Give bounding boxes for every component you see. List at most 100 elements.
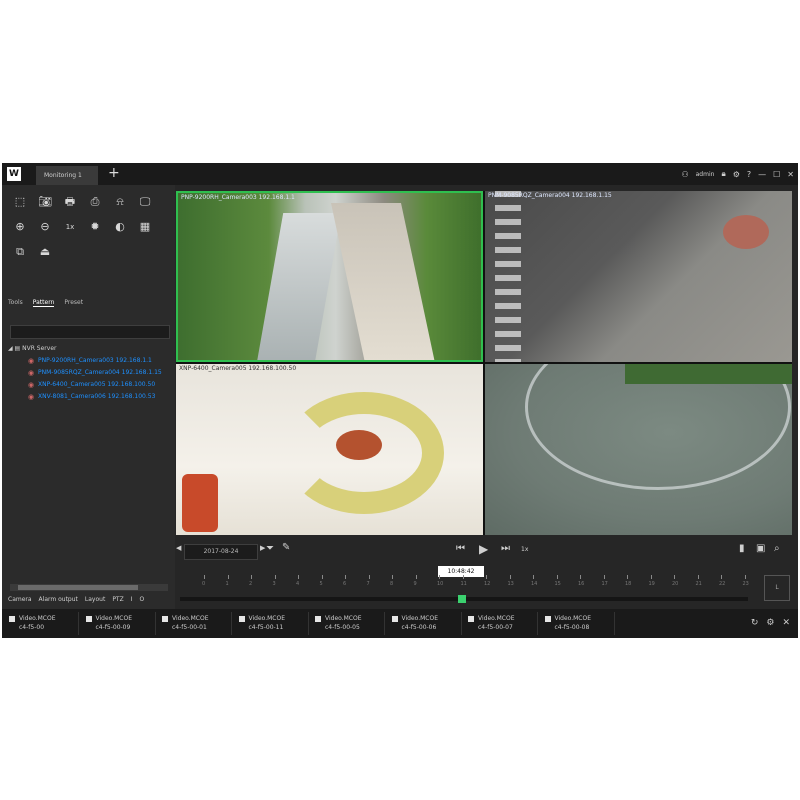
step-forward-icon[interactable]: ⏭ [501,543,510,554]
horizontal-scrollbar[interactable] [10,584,168,591]
search-input[interactable] [10,325,170,339]
step-back-icon[interactable]: ⏮ [456,543,465,554]
play-icon[interactable]: ▶ [479,542,488,556]
settings-icon[interactable]: ✹ [85,218,105,236]
event-checkbox[interactable] [468,616,474,622]
zoom-in-icon[interactable]: ⊕ [10,218,30,236]
timeline-tick-label: 12 [484,581,491,587]
timeline-tick [227,575,229,579]
alarm-output-icon[interactable]: ⏏ [35,243,55,261]
speed-label[interactable]: 1x [521,546,528,553]
event-item[interactable]: Video.MCOE c4-f5-00-08 [542,612,615,635]
bookmark-icon[interactable]: ▮ [739,543,745,554]
scrollbar-thumb[interactable] [18,585,138,590]
date-prev-icon[interactable]: ◀ [176,544,181,552]
tab-monitoring[interactable]: Monitoring 1 [36,166,98,185]
event-checkbox[interactable] [391,616,398,622]
tab-alarm-output[interactable]: Alarm output [39,596,78,603]
event-detail: c4-f5-00-08 [554,624,590,631]
tree-camera[interactable]: ◉ XNP-6400_Camera005 192.168.100.50 [8,379,173,391]
monitor-icon[interactable]: 🖵 [135,193,155,211]
timeline-tick-label: 21 [695,581,702,587]
event-checkbox[interactable] [544,616,551,622]
tree-camera[interactable]: ◉ PNM-9085RQZ_Camera004 192.168.1.15 [8,367,173,379]
event-detail: c4-f5-00 [19,624,45,631]
timeline-tick-label: 6 [343,581,347,587]
date-next-icon[interactable]: ▶ [260,544,265,552]
refresh-icon[interactable]: ↻ [751,618,759,628]
event-checkbox[interactable] [315,616,321,622]
maximize-icon[interactable]: ☐ [773,170,780,179]
video-tile-canal[interactable]: PNP-9200RH_Camera003 192.168.1.1 [176,191,483,362]
filter-icon[interactable]: ⏷ [266,543,274,554]
tab-camera[interactable]: Camera [8,596,32,603]
settings-icon[interactable]: ⚙ [733,170,740,179]
event-checkbox[interactable] [9,616,15,622]
split-icon[interactable]: ⬚ [10,193,30,211]
video-tile-street[interactable]: PNM-9085RQZ_Camera004 192.168.1.15 [485,191,792,362]
tab-preset[interactable]: Preset [64,299,83,307]
fit-button[interactable]: L [764,575,790,601]
date-field[interactable]: 2017-08-24 [184,544,258,560]
expand-icon[interactable]: ◢ [8,345,13,352]
help-icon[interactable]: ? [747,170,751,179]
close-icon[interactable]: ✕ [782,618,790,628]
bottom-tabs: Camera Alarm output Layout PTZ I O [8,596,144,603]
event-item[interactable]: Video.MCOE c4-f5-00-01 [159,612,232,635]
tree-camera[interactable]: ◉ XNV-8081_Camera006 192.168.100.53 [8,391,173,403]
event-title: Video.MCOE [95,615,133,622]
snapshot-icon[interactable]: 📷︎ [35,193,55,211]
timeline-tick-label: 22 [719,581,726,587]
zoom-out-icon[interactable]: ⊖ [35,218,55,236]
tree-camera[interactable]: ◉ PNP-9200RH_Camera003 192.168.1.1 [8,355,173,367]
table [336,430,382,460]
titlebar-actions: ⚇ admin 🔒︎ ⚙ ? — ☐ ✕ [681,166,794,182]
tab-output[interactable]: O [140,596,145,603]
tab-tools[interactable]: Tools [8,299,23,307]
bookmark-icon[interactable]: ⍾ [110,193,130,211]
tab-pattern[interactable]: Pattern [32,299,55,307]
speed-1x-icon[interactable]: 1x [60,218,80,236]
minimize-icon[interactable]: — [758,170,766,179]
print-icon[interactable]: 🖶 [60,193,80,211]
timeline-tick-label: 16 [578,581,585,587]
event-item[interactable]: Video.MCOE c4-f5-00-06 [389,612,462,635]
settings-icon[interactable]: ⚙ [766,618,774,628]
add-tab-button[interactable]: + [108,164,120,182]
timeline-marker[interactable] [458,595,466,603]
timeline-tick-label: 1 [225,581,229,587]
camera-icon: ◉ [28,357,35,365]
tree-root[interactable]: ◢ ▤ NVR Server [8,343,173,355]
user-name[interactable]: admin [696,171,715,178]
video-tile-plaza[interactable] [485,364,792,535]
timeline-tick-label: 15 [554,581,561,587]
contrast-icon[interactable]: ◐ [110,218,130,236]
event-title: Video.MCOE [172,615,209,622]
timeline-tick [204,575,205,579]
event-checkbox[interactable] [85,616,92,622]
export-icon[interactable]: ⎙ [85,193,105,211]
event-item[interactable]: Video.MCOE c4-f5-00-11 [236,612,309,635]
tab-layout[interactable]: Layout [85,596,105,603]
sequence-icon[interactable]: ⧉ [10,243,30,261]
sidebar: ⬚ 📷︎ 🖶 ⎙ ⍾ 🖵 ⊕ ⊖ 1x ✹ ◐ ▦ ⧉ ⏏ Tools Pattern Preset ◢ … [2,185,175,609]
event-item[interactable]: Video.MCOE c4-f5-00-09 [83,612,156,635]
timeline[interactable]: 10:48:42 0 1 2 3 4 5 6 7 8 9 10 11 12 13 14 15 16 17 18 19 2… [180,565,749,605]
video-tile-lobby[interactable]: XNP-6400_Camera005 192.168.100.50 [176,364,483,535]
grid-icon[interactable]: ▦ [135,218,155,236]
tab-ptz[interactable]: PTZ [112,596,123,603]
user-icon[interactable]: ⚇ [681,170,688,179]
timeline-tick [744,575,746,579]
export-icon[interactable]: ▣ [756,543,765,554]
timeline-tick [580,575,581,579]
event-item[interactable]: Video.MCOE c4-f5-00-07 [465,612,538,635]
event-checkbox[interactable] [162,616,168,622]
event-checkbox[interactable] [238,616,245,622]
lock-icon[interactable]: 🔒︎ [721,169,725,179]
close-icon[interactable]: ✕ [787,170,794,179]
pen-icon[interactable]: ✎ [282,542,290,553]
tab-input[interactable]: I [131,596,133,603]
search-icon[interactable]: ⌕ [774,543,780,554]
event-item[interactable]: Video.MCOE c4-f5-00 [6,612,79,635]
event-item[interactable]: Video.MCOE c4-f5-00-05 [312,612,385,635]
